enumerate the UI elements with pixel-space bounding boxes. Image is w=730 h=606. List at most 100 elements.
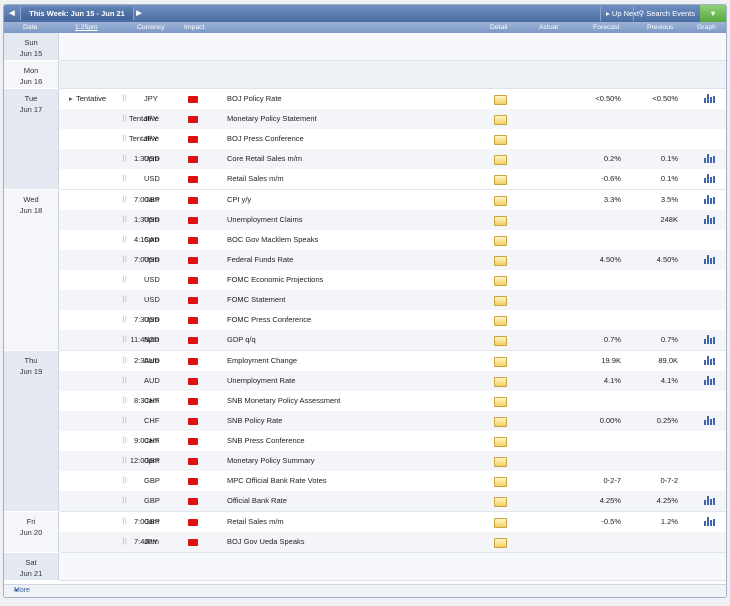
detail-folder-icon[interactable] (494, 357, 507, 367)
detail-folder-icon[interactable] (494, 236, 507, 246)
event-title[interactable]: Unemployment Rate (227, 371, 295, 391)
event-title[interactable]: Core Retail Sales m/m (227, 149, 302, 169)
event-row[interactable]: Tentative)) JPY BOJ Press Conference (59, 129, 726, 150)
bar-chart-icon[interactable] (704, 174, 715, 183)
event-title[interactable]: FOMC Statement (227, 290, 285, 310)
sound-alert-icon[interactable]: )) (122, 351, 127, 371)
event-row[interactable]: )) USD Retail Sales m/m -0.6% 0.1% (59, 169, 726, 190)
sound-alert-icon[interactable]: )) (122, 451, 127, 471)
sound-alert-icon[interactable]: )) (122, 109, 127, 129)
detail-folder-icon[interactable] (494, 216, 507, 226)
sound-alert-icon[interactable]: )) (122, 471, 127, 491)
event-title[interactable]: BOJ Gov Ueda Speaks (227, 532, 305, 552)
sound-alert-icon[interactable]: )) (122, 250, 127, 270)
event-row[interactable]: 1:30pm)) USD Core Retail Sales m/m 0.2% 0.1% (59, 149, 726, 170)
event-row[interactable]: )) USD FOMC Economic Projections (59, 270, 726, 291)
event-row[interactable]: 7:30pm)) USD FOMC Press Conference (59, 310, 726, 331)
event-row[interactable]: )) CHF SNB Policy Rate 0.00% 0.25% (59, 411, 726, 432)
sound-alert-icon[interactable]: )) (122, 290, 127, 310)
filter-button[interactable]: ▼ (700, 5, 726, 22)
event-row[interactable]: )) USD FOMC Statement (59, 290, 726, 311)
prev-week-icon[interactable]: ◀ (6, 7, 18, 20)
event-row[interactable]: )) GBP MPC Official Bank Rate Votes 0-2-7 0-… (59, 471, 726, 492)
event-row[interactable]: Tentative ▸)) JPY BOJ Policy Rate <0.50% <0.5… (59, 89, 726, 110)
event-row[interactable]: 7:00am)) GBP Retail Sales m/m -0.5% 1.2% (59, 512, 726, 533)
sound-alert-icon[interactable]: )) (122, 411, 127, 431)
event-title[interactable]: BOJ Policy Rate (227, 89, 282, 109)
sound-alert-icon[interactable]: )) (122, 169, 127, 189)
bar-chart-icon[interactable] (704, 356, 715, 365)
detail-folder-icon[interactable] (494, 276, 507, 286)
week-label[interactable]: This Week: Jun 15 - Jun 21 (20, 7, 134, 20)
event-title[interactable]: Monetary Policy Summary (227, 451, 315, 471)
bar-chart-icon[interactable] (704, 255, 715, 264)
event-title[interactable]: BOC Gov Macklem Speaks (227, 230, 318, 250)
bar-chart-icon[interactable] (704, 416, 715, 425)
event-title[interactable]: MPC Official Bank Rate Votes (227, 471, 327, 491)
sound-alert-icon[interactable]: )) (122, 512, 127, 532)
event-title[interactable]: SNB Monetary Policy Assessment (227, 391, 340, 411)
event-title[interactable]: Retail Sales m/m (227, 169, 284, 189)
event-row[interactable]: 7:00am)) GBP CPI y/y 3.3% 3.5% (59, 190, 726, 211)
sound-alert-icon[interactable]: )) (122, 330, 127, 350)
sound-alert-icon[interactable]: )) (122, 190, 127, 210)
bar-chart-icon[interactable] (704, 154, 715, 163)
sound-alert-icon[interactable]: )) (122, 129, 127, 149)
event-title[interactable]: Retail Sales m/m (227, 512, 284, 532)
event-title[interactable]: Official Bank Rate (227, 491, 287, 511)
event-title[interactable]: CPI y/y (227, 190, 251, 210)
detail-folder-icon[interactable] (494, 538, 507, 548)
event-row[interactable]: )) AUD Unemployment Rate 4.1% 4.1% (59, 371, 726, 392)
event-row[interactable]: 9:00am)) CHF SNB Press Conference (59, 431, 726, 452)
event-row[interactable]: 1:30pm)) USD Unemployment Claims 248K (59, 210, 726, 231)
sound-alert-icon[interactable]: )) (122, 210, 127, 230)
event-row[interactable]: Tentative)) JPY Monetary Policy Statement (59, 109, 726, 130)
sound-alert-icon[interactable]: )) (122, 310, 127, 330)
detail-folder-icon[interactable] (494, 316, 507, 326)
sound-alert-icon[interactable]: )) (122, 371, 127, 391)
bar-chart-icon[interactable] (704, 517, 715, 526)
sound-alert-icon[interactable]: )) (122, 431, 127, 451)
detail-folder-icon[interactable] (494, 135, 507, 145)
event-title[interactable]: GDP q/q (227, 330, 256, 350)
bar-chart-icon[interactable] (704, 335, 715, 344)
bar-chart-icon[interactable] (704, 215, 715, 224)
detail-folder-icon[interactable] (494, 115, 507, 125)
event-title[interactable]: SNB Policy Rate (227, 411, 282, 431)
detail-folder-icon[interactable] (494, 497, 507, 507)
detail-folder-icon[interactable] (494, 437, 507, 447)
detail-folder-icon[interactable] (494, 397, 507, 407)
event-row[interactable]: 7:40am)) JPY BOJ Gov Ueda Speaks (59, 532, 726, 553)
event-title[interactable]: SNB Press Conference (227, 431, 305, 451)
event-row[interactable]: 7:00pm)) USD Federal Funds Rate 4.50% 4.50% (59, 250, 726, 271)
sound-alert-icon[interactable]: )) (122, 532, 127, 552)
sound-alert-icon[interactable]: )) (122, 149, 127, 169)
search-events-button[interactable]: ⚲ Search Events (632, 6, 700, 21)
event-title[interactable]: FOMC Economic Projections (227, 270, 323, 290)
event-row[interactable]: )) GBP Official Bank Rate 4.25% 4.25% (59, 491, 726, 512)
detail-folder-icon[interactable] (494, 417, 507, 427)
bar-chart-icon[interactable] (704, 94, 715, 103)
detail-folder-icon[interactable] (494, 155, 507, 165)
event-row[interactable]: 4:15pm)) CAD BOC Gov Macklem Speaks (59, 230, 726, 251)
detail-folder-icon[interactable] (494, 196, 507, 206)
event-title[interactable]: Federal Funds Rate (227, 250, 293, 270)
detail-folder-icon[interactable] (494, 477, 507, 487)
event-title[interactable]: Unemployment Claims (227, 210, 302, 230)
sound-alert-icon[interactable]: )) (122, 89, 127, 109)
event-title[interactable]: BOJ Press Conference (227, 129, 304, 149)
detail-folder-icon[interactable] (494, 95, 507, 105)
detail-folder-icon[interactable] (494, 457, 507, 467)
bar-chart-icon[interactable] (704, 195, 715, 204)
bar-chart-icon[interactable] (704, 376, 715, 385)
detail-folder-icon[interactable] (494, 175, 507, 185)
event-title[interactable]: Monetary Policy Statement (227, 109, 317, 129)
event-title[interactable]: Employment Change (227, 351, 297, 371)
detail-folder-icon[interactable] (494, 377, 507, 387)
sound-alert-icon[interactable]: )) (122, 270, 127, 290)
event-row[interactable]: 12:00pm)) GBP Monetary Policy Summary (59, 451, 726, 472)
detail-folder-icon[interactable] (494, 336, 507, 346)
event-row[interactable]: 2:30am)) AUD Employment Change 19.9K 89.0K (59, 351, 726, 372)
sound-alert-icon[interactable]: )) (122, 391, 127, 411)
sound-alert-icon[interactable]: )) (122, 230, 127, 250)
